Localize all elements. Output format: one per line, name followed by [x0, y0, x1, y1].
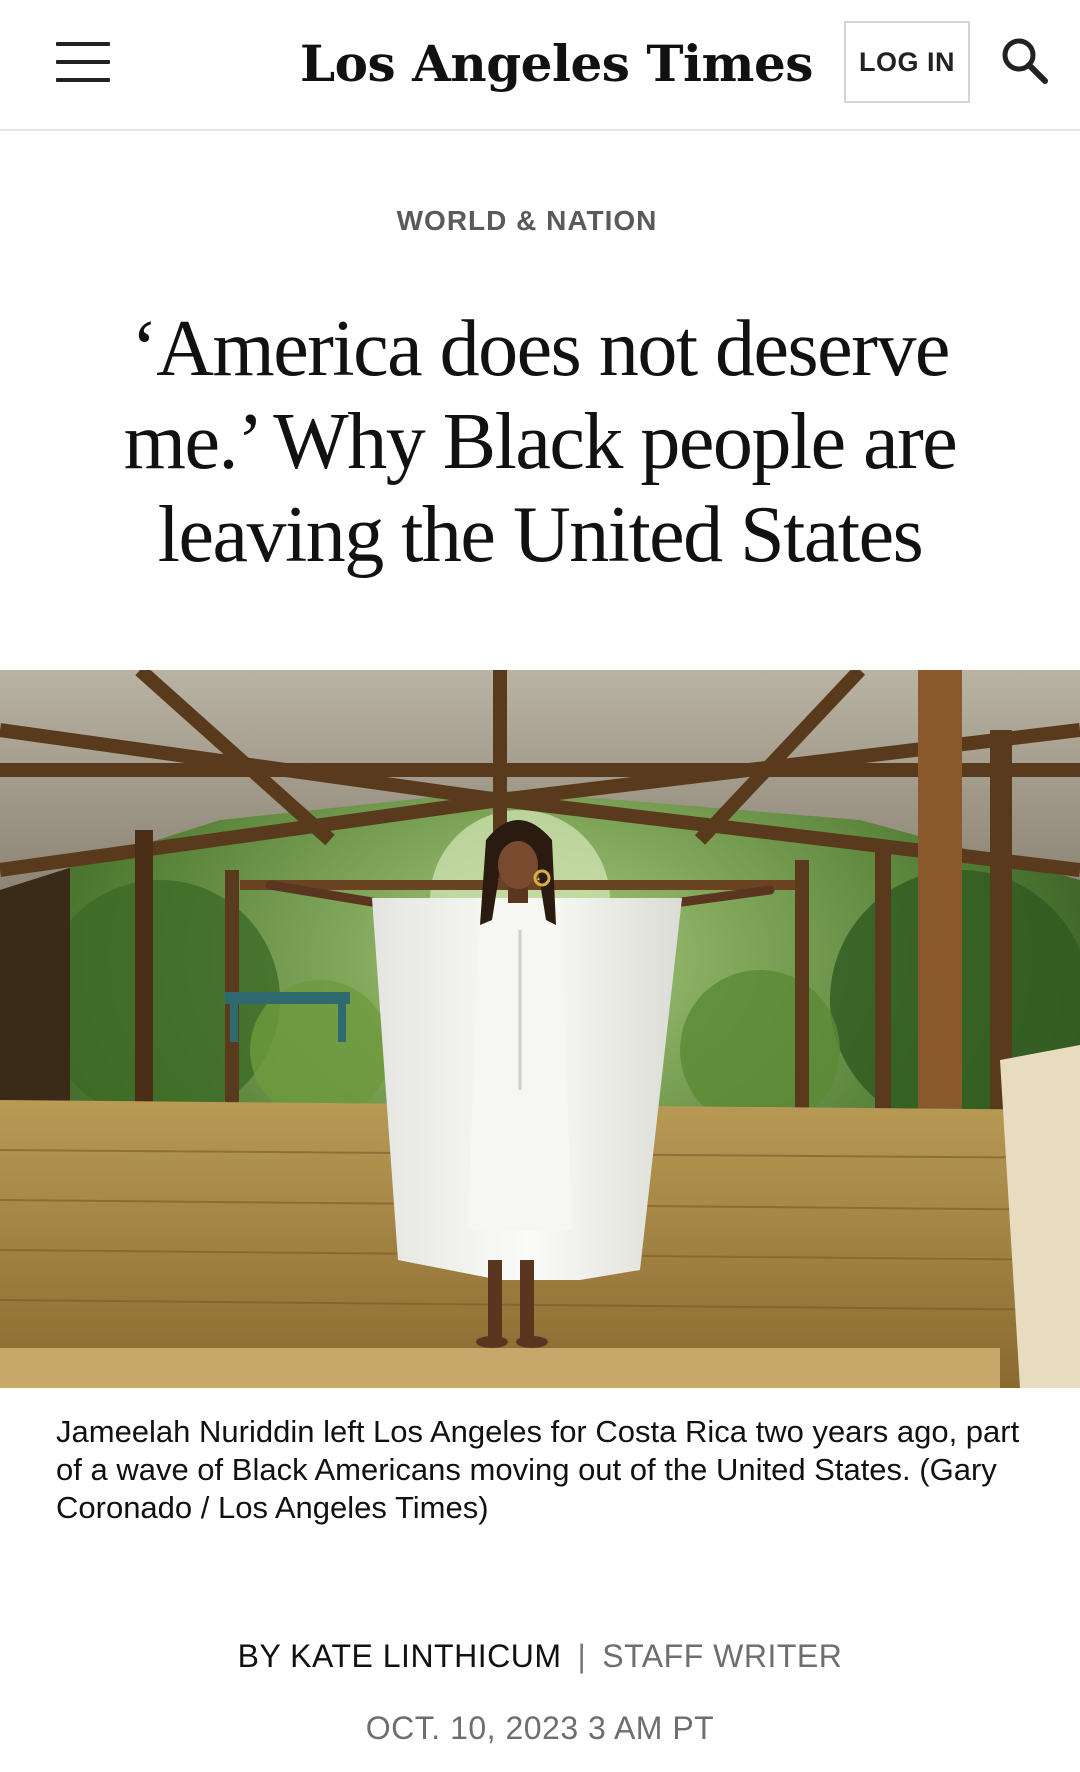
publish-date: OCT. 10, 2023 3 AM PT [365, 1710, 715, 1746]
site-header: Los Angeles Times LOG IN [0, 0, 1080, 131]
byline-separator: | [577, 1638, 587, 1674]
search-icon[interactable] [998, 34, 1054, 90]
author-role: STAFF WRITER [602, 1638, 843, 1674]
site-logo[interactable]: Los Angeles Times [300, 24, 813, 104]
hamburger-menu-icon[interactable] [56, 40, 112, 86]
login-button[interactable]: LOG IN [844, 21, 970, 103]
article-headline: ‘America does not deserve me.’ Why Black… [123, 305, 958, 579]
photo-caption: Jameelah Nuriddin left Los Angeles for C… [56, 1414, 1020, 1525]
section-label[interactable]: WORLD & NATION [0, 205, 1054, 237]
author-link[interactable]: BY KATE LINTHICUM [238, 1638, 562, 1674]
hero-photo-illustration [0, 670, 1080, 1388]
menu-line [56, 42, 110, 46]
menu-line [56, 60, 110, 64]
hero-photo[interactable] [0, 670, 1080, 1388]
menu-line [56, 78, 110, 82]
byline: BY KATE LINTHICUM | STAFF WRITER [0, 1638, 1080, 1675]
